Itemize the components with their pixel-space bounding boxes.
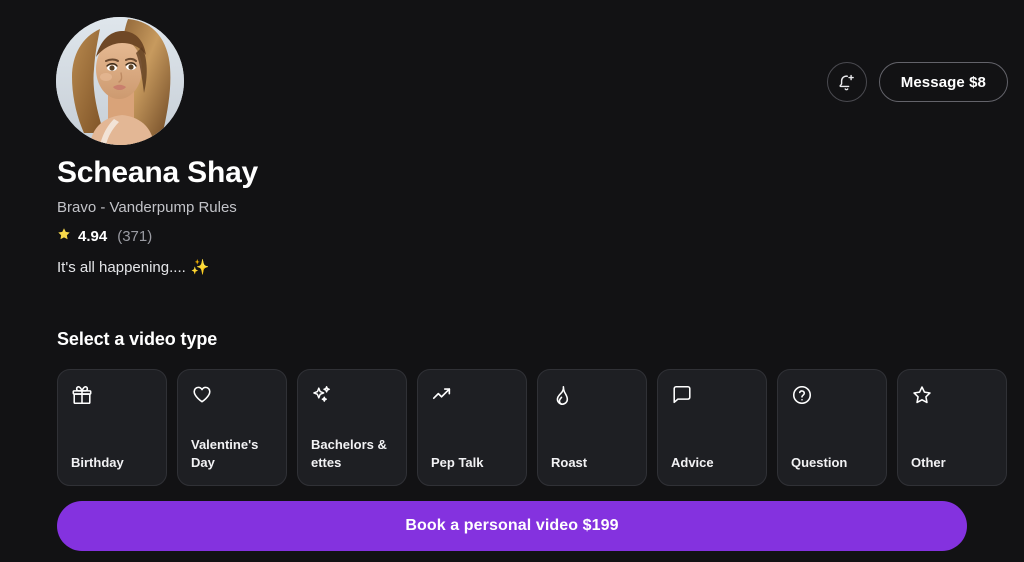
video-type-label: Birthday	[71, 455, 124, 470]
rating-value: 4.94	[78, 228, 108, 245]
video-type-card-list: Birthday Valentine's Day Bachelors & ett…	[57, 369, 1007, 486]
notify-button[interactable]	[826, 62, 867, 102]
rating: 4.94 (371)	[57, 227, 258, 247]
video-type-card-question[interactable]: Question	[777, 369, 887, 486]
video-type-label: Valentine's Day	[191, 437, 259, 470]
profile-subtitle: Bravo - Vanderpump Rules	[57, 199, 237, 216]
avatar[interactable]	[56, 17, 184, 145]
page-title: Scheana Shay	[57, 156, 259, 189]
flame-icon	[551, 384, 573, 406]
sparkles-emoji-icon: ✨	[190, 259, 210, 276]
video-type-card-other[interactable]: Other	[897, 369, 1007, 486]
profile-photo	[56, 17, 184, 145]
video-type-card-pep-talk[interactable]: Pep Talk	[417, 369, 527, 486]
gift-icon	[71, 384, 93, 406]
message-button-label: Message $8	[900, 73, 986, 91]
message-button[interactable]: Message $8	[878, 62, 1008, 102]
rating-count: (371)	[117, 228, 153, 245]
message-square-icon	[671, 384, 693, 406]
header-actions: Message $8	[826, 62, 1008, 102]
section-title-video-type: Select a video type	[57, 329, 218, 349]
video-type-label: Question	[791, 455, 848, 470]
video-type-card-birthday[interactable]: Birthday	[57, 369, 167, 486]
star-filled-icon	[57, 227, 71, 247]
video-type-card-advice[interactable]: Advice	[657, 369, 767, 486]
heart-icon	[191, 384, 213, 406]
trending-up-icon	[431, 384, 453, 406]
video-type-card-roast[interactable]: Roast	[537, 369, 647, 486]
star-outline-icon	[911, 384, 933, 406]
tagline-text: It's all happening....	[57, 259, 186, 276]
video-type-label: Other	[911, 455, 946, 470]
video-type-label: Pep Talk	[431, 455, 484, 470]
book-personal-video-label: Book a personal video $199	[405, 517, 619, 534]
book-personal-video-button[interactable]: Book a personal video $199	[57, 501, 967, 551]
sparkles-icon	[311, 384, 333, 406]
profile-info: Scheana Shay Bravo - Vanderpump Rules 4.…	[57, 154, 258, 279]
bell-plus-icon	[837, 73, 856, 92]
help-circle-icon	[791, 384, 813, 406]
talent-profile-page: Message $8 Scheana Shay Bravo - Vanderpu…	[0, 0, 1024, 562]
profile-tagline: It's all happening.... ✨	[57, 257, 258, 279]
video-type-label: Bachelors & ettes	[311, 437, 387, 470]
video-type-label: Roast	[551, 455, 588, 470]
video-type-label: Advice	[671, 455, 714, 470]
video-type-card-valentines-day[interactable]: Valentine's Day	[177, 369, 287, 486]
video-type-card-bachelors-ettes[interactable]: Bachelors & ettes	[297, 369, 407, 486]
